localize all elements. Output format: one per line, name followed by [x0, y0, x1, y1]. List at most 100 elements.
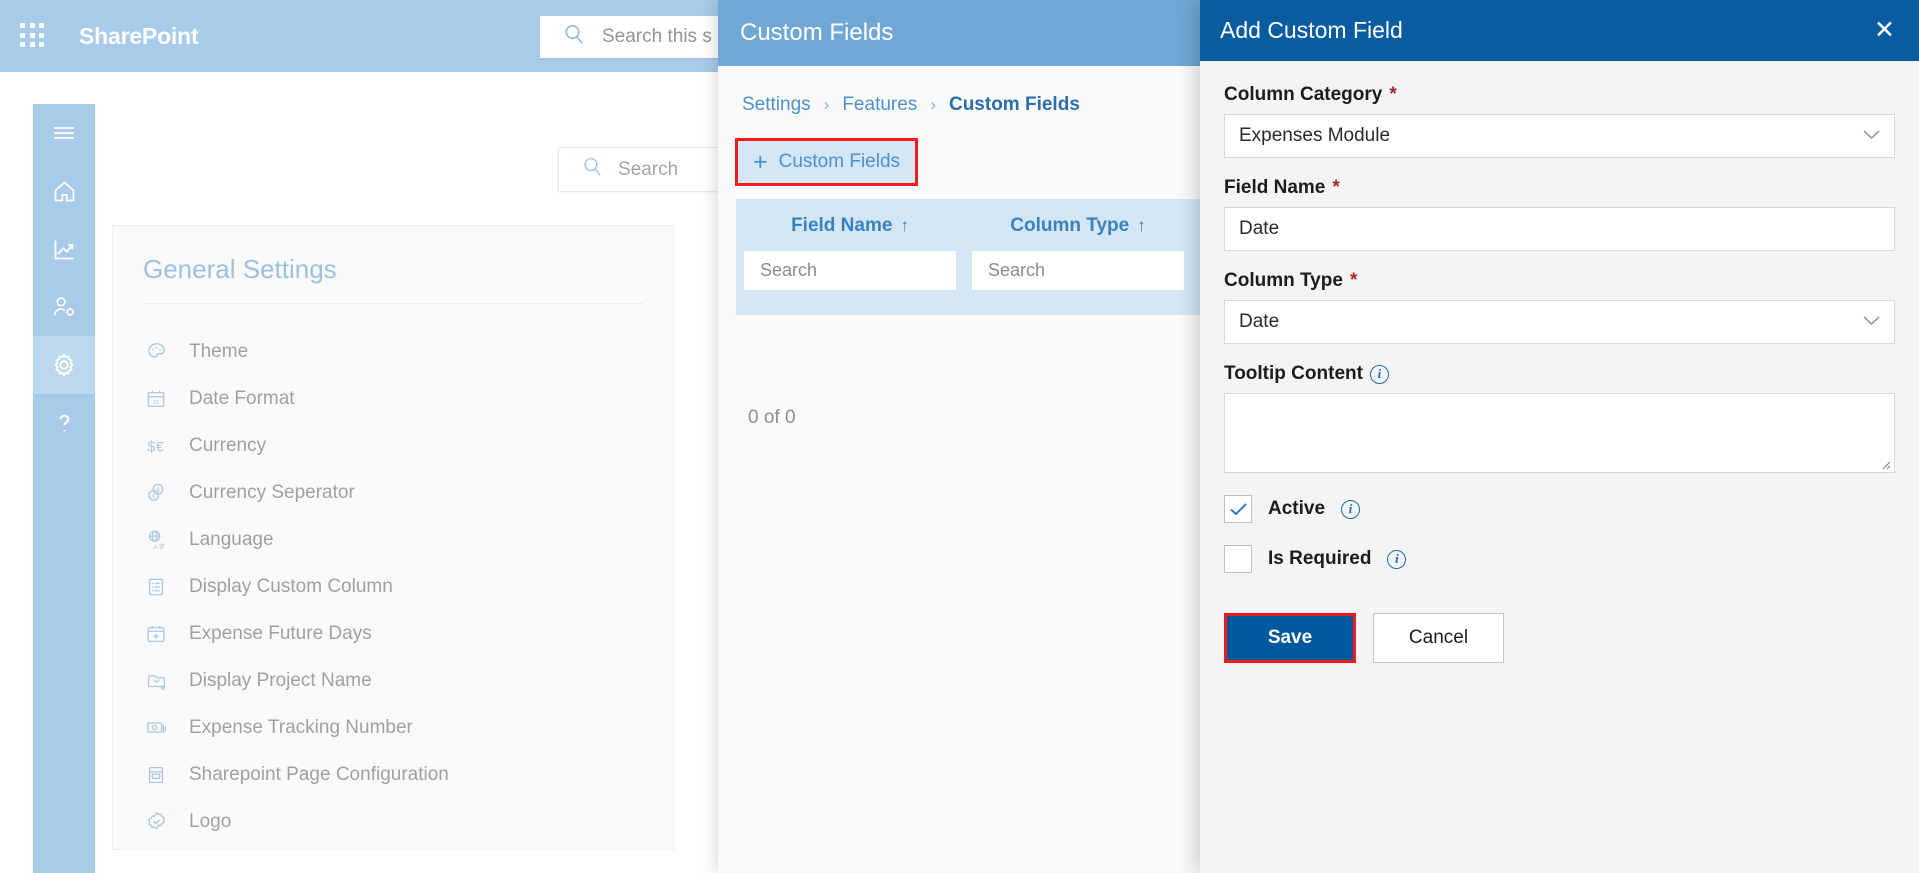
select-value: Expenses Module [1239, 125, 1391, 146]
sort-ascending-icon[interactable]: ↑ [900, 216, 909, 236]
sidebar-item-analytics[interactable] [33, 220, 95, 278]
search-placeholder: Search [988, 260, 1046, 280]
info-icon[interactable]: i [1369, 364, 1389, 384]
settings-item-display-custom-column[interactable]: Display Custom Column [113, 563, 673, 610]
column-type-select[interactable]: Date [1224, 300, 1895, 344]
label-text: Column Category [1224, 84, 1383, 105]
plus-icon: + [752, 147, 768, 176]
settings-item-currency[interactable]: $ € Currency [113, 422, 673, 469]
settings-item-label: Currency Seperator [189, 481, 355, 503]
field-group-tooltip-content: Tooltip Content i [1224, 363, 1895, 473]
input-value: Date [1239, 218, 1280, 239]
custom-fields-panel-header: Custom Fields [718, 0, 1200, 66]
settings-item-currency-seperator[interactable]: $ € Currency Seperator [113, 469, 673, 516]
active-checkbox[interactable] [1224, 495, 1252, 523]
sidebar-item-help[interactable] [33, 394, 95, 452]
settings-item-theme[interactable]: Theme [113, 328, 673, 375]
resize-grip-icon[interactable] [1879, 457, 1891, 470]
left-nav-rail [33, 104, 95, 873]
divider [143, 303, 643, 304]
is-required-checkbox[interactable] [1224, 545, 1252, 573]
sort-ascending-icon[interactable]: ↑ [1137, 216, 1146, 236]
dialog-actions: Save Cancel [1224, 613, 1895, 663]
dialog-body: Column Category * Expenses Module Field … [1200, 61, 1919, 663]
svg-text:$: $ [156, 488, 160, 494]
column-category-select[interactable]: Expenses Module [1224, 114, 1895, 158]
settings-item-display-project-name[interactable]: Display Project Name [113, 657, 673, 704]
settings-item-label: Display Project Name [189, 669, 372, 691]
content-search-placeholder: Search [618, 158, 679, 180]
field-group-column-category: Column Category * Expenses Module [1224, 84, 1895, 158]
breadcrumb-custom-fields[interactable]: Custom Fields [949, 94, 1080, 116]
required-marker: * [1389, 84, 1397, 105]
chevron-right-icon: › [823, 95, 830, 114]
record-count-label: 0 of 0 [748, 407, 796, 428]
column-header[interactable]: Column Type ↑ [964, 215, 1192, 237]
sidebar-item-settings[interactable] [33, 336, 95, 394]
sidebar-item-home[interactable] [33, 162, 95, 220]
label-tooltip-content: Tooltip Content i [1224, 363, 1895, 385]
field-group-field-name: Field Name * Date [1224, 177, 1895, 251]
column-header[interactable]: Field Name ↑ [736, 215, 964, 237]
calendar-21-icon: 21 [145, 388, 179, 410]
active-label: Active [1268, 498, 1326, 519]
custom-fields-grid-header: Field Name ↑ Search Column Type ↑ Search [736, 199, 1218, 315]
breadcrumb-features[interactable]: Features [842, 94, 917, 116]
svg-text:$: $ [147, 439, 155, 455]
settings-item-label: Currency [189, 434, 267, 456]
column-header-label: Field Name [791, 215, 893, 236]
add-custom-fields-button[interactable]: + Custom Fields [738, 141, 915, 183]
save-button[interactable]: Save [1227, 616, 1353, 660]
settings-item-label: Logo [189, 810, 232, 832]
is-required-label: Is Required [1268, 548, 1372, 569]
checkbox-row-is-required[interactable]: Is Required i [1224, 545, 1895, 573]
breadcrumb-settings[interactable]: Settings [742, 94, 811, 116]
checkbox-row-active[interactable]: Active i [1224, 495, 1895, 523]
hamburger-menu-icon [54, 127, 74, 139]
list-document-icon [145, 576, 179, 598]
grid-column-field-name: Field Name ↑ Search [736, 215, 964, 290]
chevron-down-icon [1863, 313, 1880, 331]
settings-item-label: Display Custom Column [189, 575, 393, 597]
svg-text:€: € [152, 494, 156, 500]
palette-icon [145, 340, 179, 363]
sidebar-item-user-settings[interactable] [33, 278, 95, 336]
app-launcher-icon[interactable] [20, 23, 46, 49]
info-icon[interactable]: i [1387, 549, 1407, 569]
sidebar-item-hamburger[interactable] [33, 104, 95, 162]
dialog-title: Add Custom Field [1220, 17, 1403, 43]
svg-text:A: A [153, 544, 158, 551]
settings-item-expense-future-days[interactable]: Expense Future Days [113, 610, 673, 657]
chart-line-icon [54, 240, 73, 259]
settings-item-label: Language [189, 528, 274, 550]
folder-add-icon [145, 670, 179, 692]
tooltip-content-textarea[interactable] [1224, 393, 1895, 473]
custom-fields-panel: Custom Fields Settings › Features › Cust… [718, 0, 1200, 873]
settings-item-label: Expense Future Days [189, 622, 372, 644]
settings-item-label: Expense Tracking Number [189, 716, 413, 738]
settings-item-sharepoint-page-configuration[interactable]: Sharepoint Page Configuration [113, 751, 673, 798]
cancel-button[interactable]: Cancel [1373, 613, 1504, 663]
svg-text:字: 字 [158, 542, 165, 551]
column-search-input-column-type[interactable]: Search [972, 251, 1184, 290]
coins-icon: $ € [145, 481, 179, 504]
column-header-label: Column Type [1010, 215, 1130, 236]
add-custom-field-highlight: + Custom Fields [735, 138, 918, 186]
panel-title: Custom Fields [740, 19, 894, 46]
info-icon[interactable]: i [1341, 499, 1361, 519]
select-value: Date [1239, 311, 1280, 332]
column-search-input-field-name[interactable]: Search [744, 251, 956, 290]
chevron-down-icon [1863, 127, 1880, 145]
brand-label: SharePoint [79, 22, 199, 49]
settings-item-date-format[interactable]: 21 Date Format [113, 375, 673, 422]
settings-item-logo[interactable]: Logo [113, 798, 673, 845]
close-icon[interactable]: ✕ [1874, 18, 1895, 43]
field-name-input[interactable]: Date [1224, 207, 1895, 251]
field-group-column-type: Column Type * Date [1224, 270, 1895, 344]
label-column-type: Column Type * [1224, 270, 1895, 292]
svg-text:21: 21 [153, 400, 159, 406]
grid-column-column-type: Column Type ↑ Search [964, 215, 1192, 290]
settings-item-language[interactable]: A 字 Language [113, 516, 673, 563]
settings-item-expense-tracking-number[interactable]: Expense Tracking Number [113, 704, 673, 751]
settings-item-label: Sharepoint Page Configuration [189, 763, 449, 785]
